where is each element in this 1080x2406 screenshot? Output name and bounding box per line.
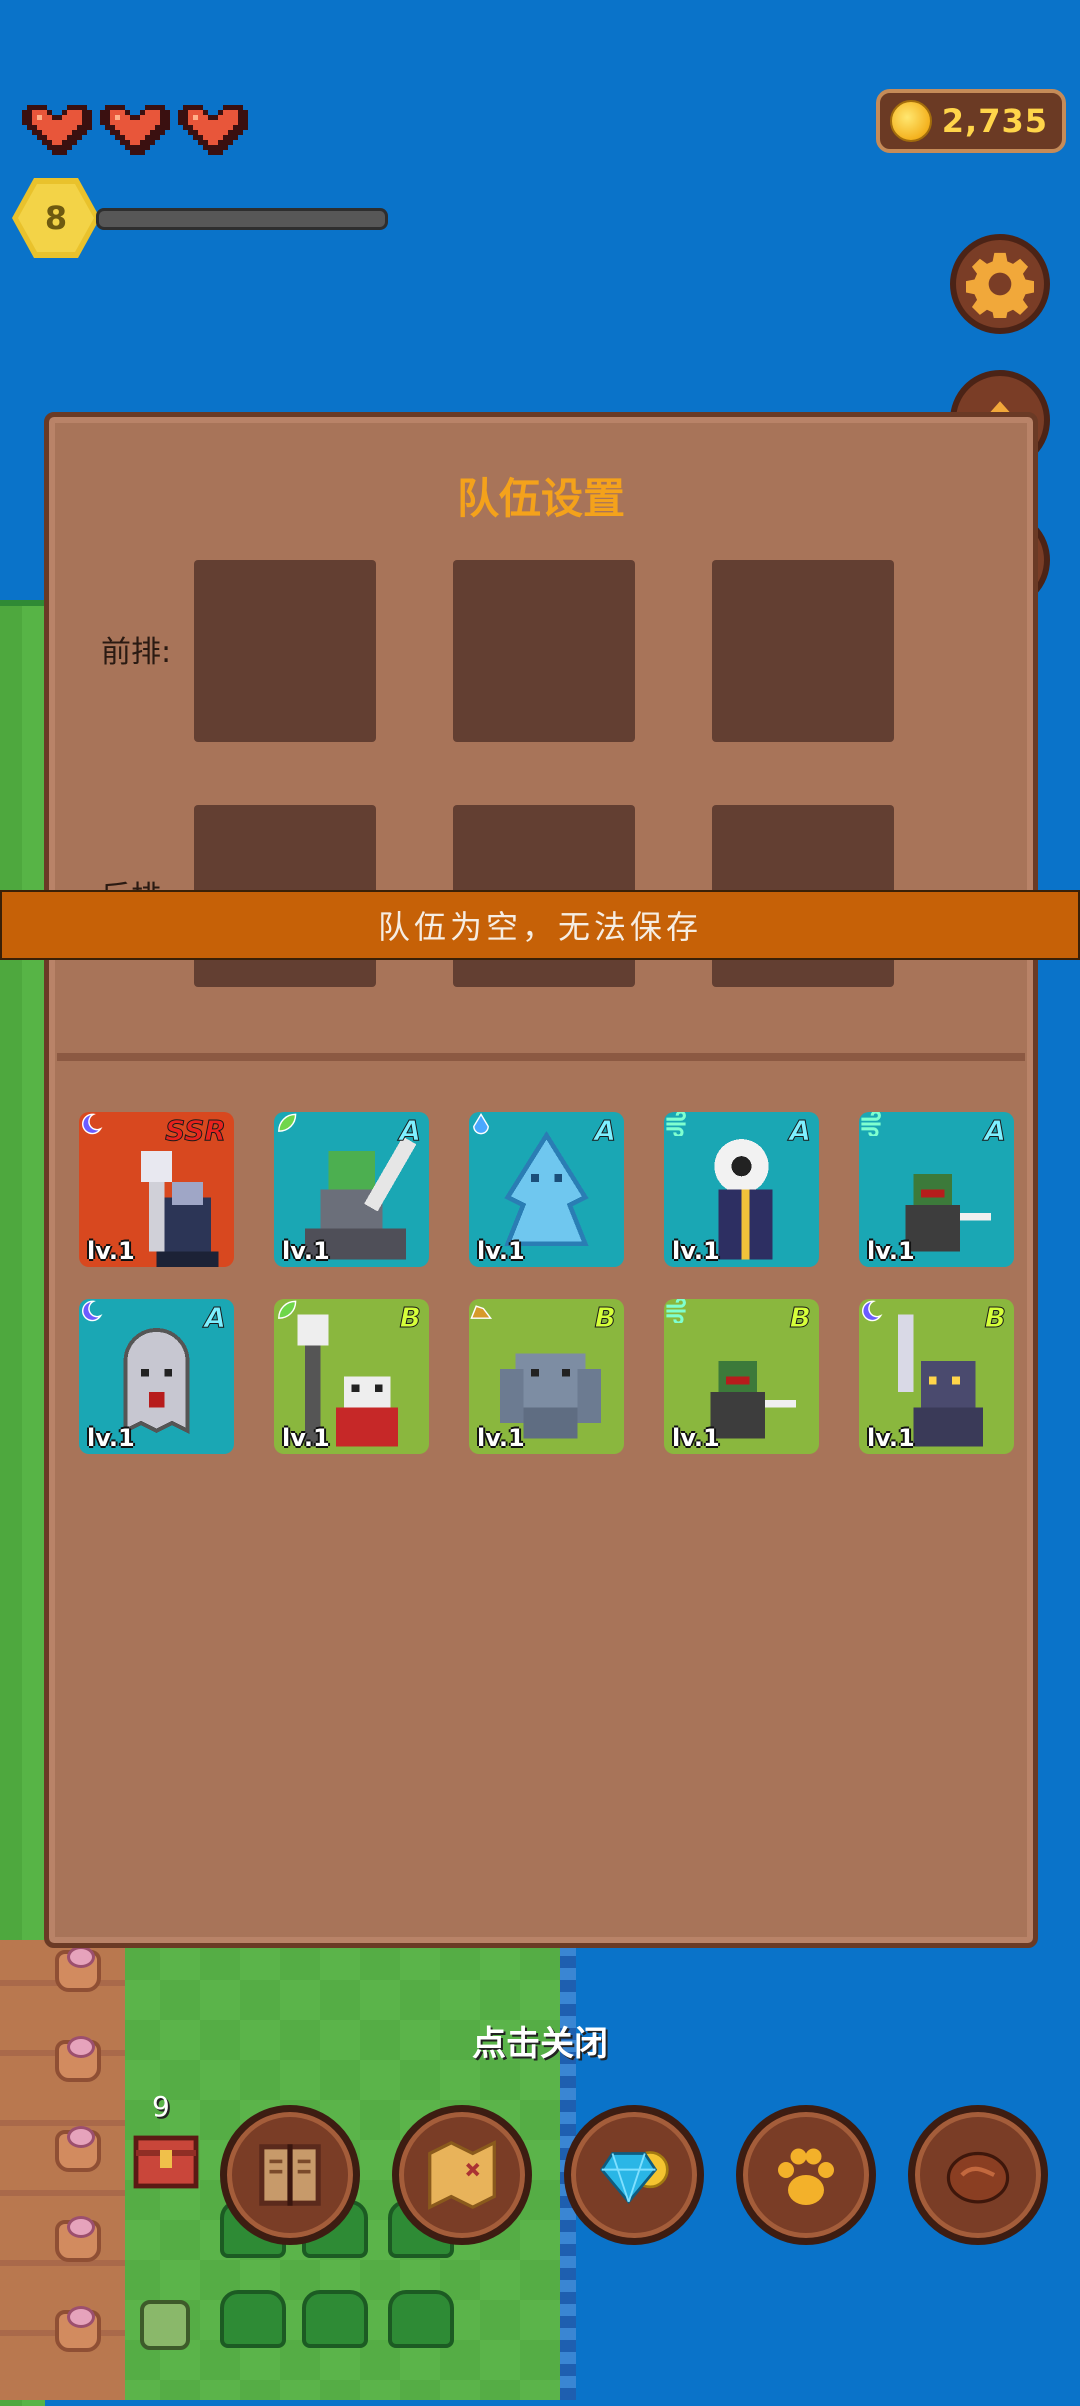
front-slot-1[interactable]: [194, 560, 376, 742]
heart-icon: [100, 105, 170, 155]
player-level-badge: 8: [12, 178, 100, 258]
map-scroll-icon: [428, 2140, 496, 2210]
hero-level: lv.1: [282, 1237, 330, 1265]
flowerpot: [55, 2216, 101, 2262]
hero-card[interactable]: Alv.1: [79, 1299, 234, 1454]
rarity-label: SSR: [165, 1114, 227, 1148]
close-hint[interactable]: 点击关闭: [0, 2016, 1080, 2065]
front-slot-2[interactable]: [453, 560, 635, 742]
flowerpot: [55, 2306, 101, 2352]
moon-element-icon: [82, 1113, 103, 1135]
shop-button[interactable]: [564, 2105, 704, 2245]
rarity-label: A: [594, 1114, 617, 1148]
hero-card[interactable]: Alv.1: [664, 1112, 819, 1267]
seed-bag-icon[interactable]: [140, 2300, 190, 2350]
hero-level: lv.1: [672, 1424, 720, 1452]
hero-level: lv.1: [477, 1424, 525, 1452]
rarity-label: A: [789, 1114, 812, 1148]
rarity-label: A: [399, 1114, 422, 1148]
hero-card[interactable]: Alv.1: [274, 1112, 429, 1267]
pets-button[interactable]: [736, 2105, 876, 2245]
hero-level: lv.1: [87, 1424, 135, 1452]
coin-counter: 2,735: [876, 89, 1066, 153]
hero-level: lv.1: [672, 1237, 720, 1265]
chest-icon[interactable]: [130, 2120, 202, 2192]
gear-icon: [966, 252, 1034, 318]
flowerpot: [55, 1946, 101, 1992]
flowerpot: [55, 2126, 101, 2172]
health-hearts: [22, 100, 248, 160]
front-slot-3[interactable]: [712, 560, 894, 742]
hero-card[interactable]: SSR lv.1: [79, 1112, 234, 1267]
food-button[interactable]: [908, 2105, 1048, 2245]
rarity-label: A: [204, 1301, 227, 1335]
settings-button[interactable]: [950, 234, 1050, 334]
moon-element-icon: [82, 1300, 103, 1322]
rarity-label: B: [594, 1301, 616, 1335]
heart-icon: [22, 105, 92, 155]
hero-level: lv.1: [87, 1237, 135, 1265]
wind-element-icon: [666, 1299, 686, 1323]
crop-bush: [220, 2290, 286, 2348]
hero-card[interactable]: Blv.1: [469, 1299, 624, 1454]
meat-icon: [946, 2151, 1010, 2204]
bestiary-book-button[interactable]: [220, 2105, 360, 2245]
front-row-label: 前排:: [101, 635, 172, 670]
leaf-element-icon: [278, 1300, 297, 1319]
team-setup-dialog: 队伍设置 前排: 后排: SSRlv.1Alv.1Alv.1Alv.1Alv.1…: [44, 412, 1038, 1948]
map-button[interactable]: [392, 2105, 532, 2245]
toast-message: 队伍为空，无法保存: [0, 890, 1080, 960]
hero-card[interactable]: Blv.1: [859, 1299, 1014, 1454]
hero-card[interactable]: Alv.1: [859, 1112, 1014, 1267]
rarity-label: B: [984, 1301, 1006, 1335]
dialog-title: 队伍设置: [456, 474, 625, 523]
water-element-icon: [473, 1113, 489, 1135]
xp-progress-bar: [96, 208, 388, 230]
earth-element-icon: [470, 1305, 493, 1319]
leaf-element-icon: [278, 1113, 297, 1132]
heart-icon: [178, 105, 248, 155]
hero-level: lv.1: [867, 1237, 915, 1265]
gem-shop-icon: [600, 2151, 669, 2204]
dialog-divider: [57, 1053, 1025, 1061]
wind-element-icon: [666, 1112, 686, 1136]
crop-bush: [388, 2290, 454, 2348]
hero-card[interactable]: Blv.1: [274, 1299, 429, 1454]
book-icon: [259, 2144, 321, 2206]
hero-level: lv.1: [867, 1424, 915, 1452]
rarity-label: A: [984, 1114, 1007, 1148]
rarity-label: B: [789, 1301, 811, 1335]
coin-value: 2,735: [941, 102, 1048, 140]
hero-card[interactable]: Blv.1: [664, 1299, 819, 1454]
hero-level: lv.1: [477, 1237, 525, 1265]
coin-icon: [890, 100, 932, 142]
rarity-label: B: [399, 1301, 421, 1335]
hero-card[interactable]: Alv.1: [469, 1112, 624, 1267]
wind-element-icon: [861, 1112, 881, 1136]
crop-bush: [302, 2290, 368, 2348]
paw-icon: [778, 2148, 834, 2205]
inventory-count: 9: [152, 2090, 170, 2123]
moon-element-icon: [862, 1300, 883, 1322]
hero-level: lv.1: [282, 1424, 330, 1452]
player-level: 8: [44, 199, 68, 237]
